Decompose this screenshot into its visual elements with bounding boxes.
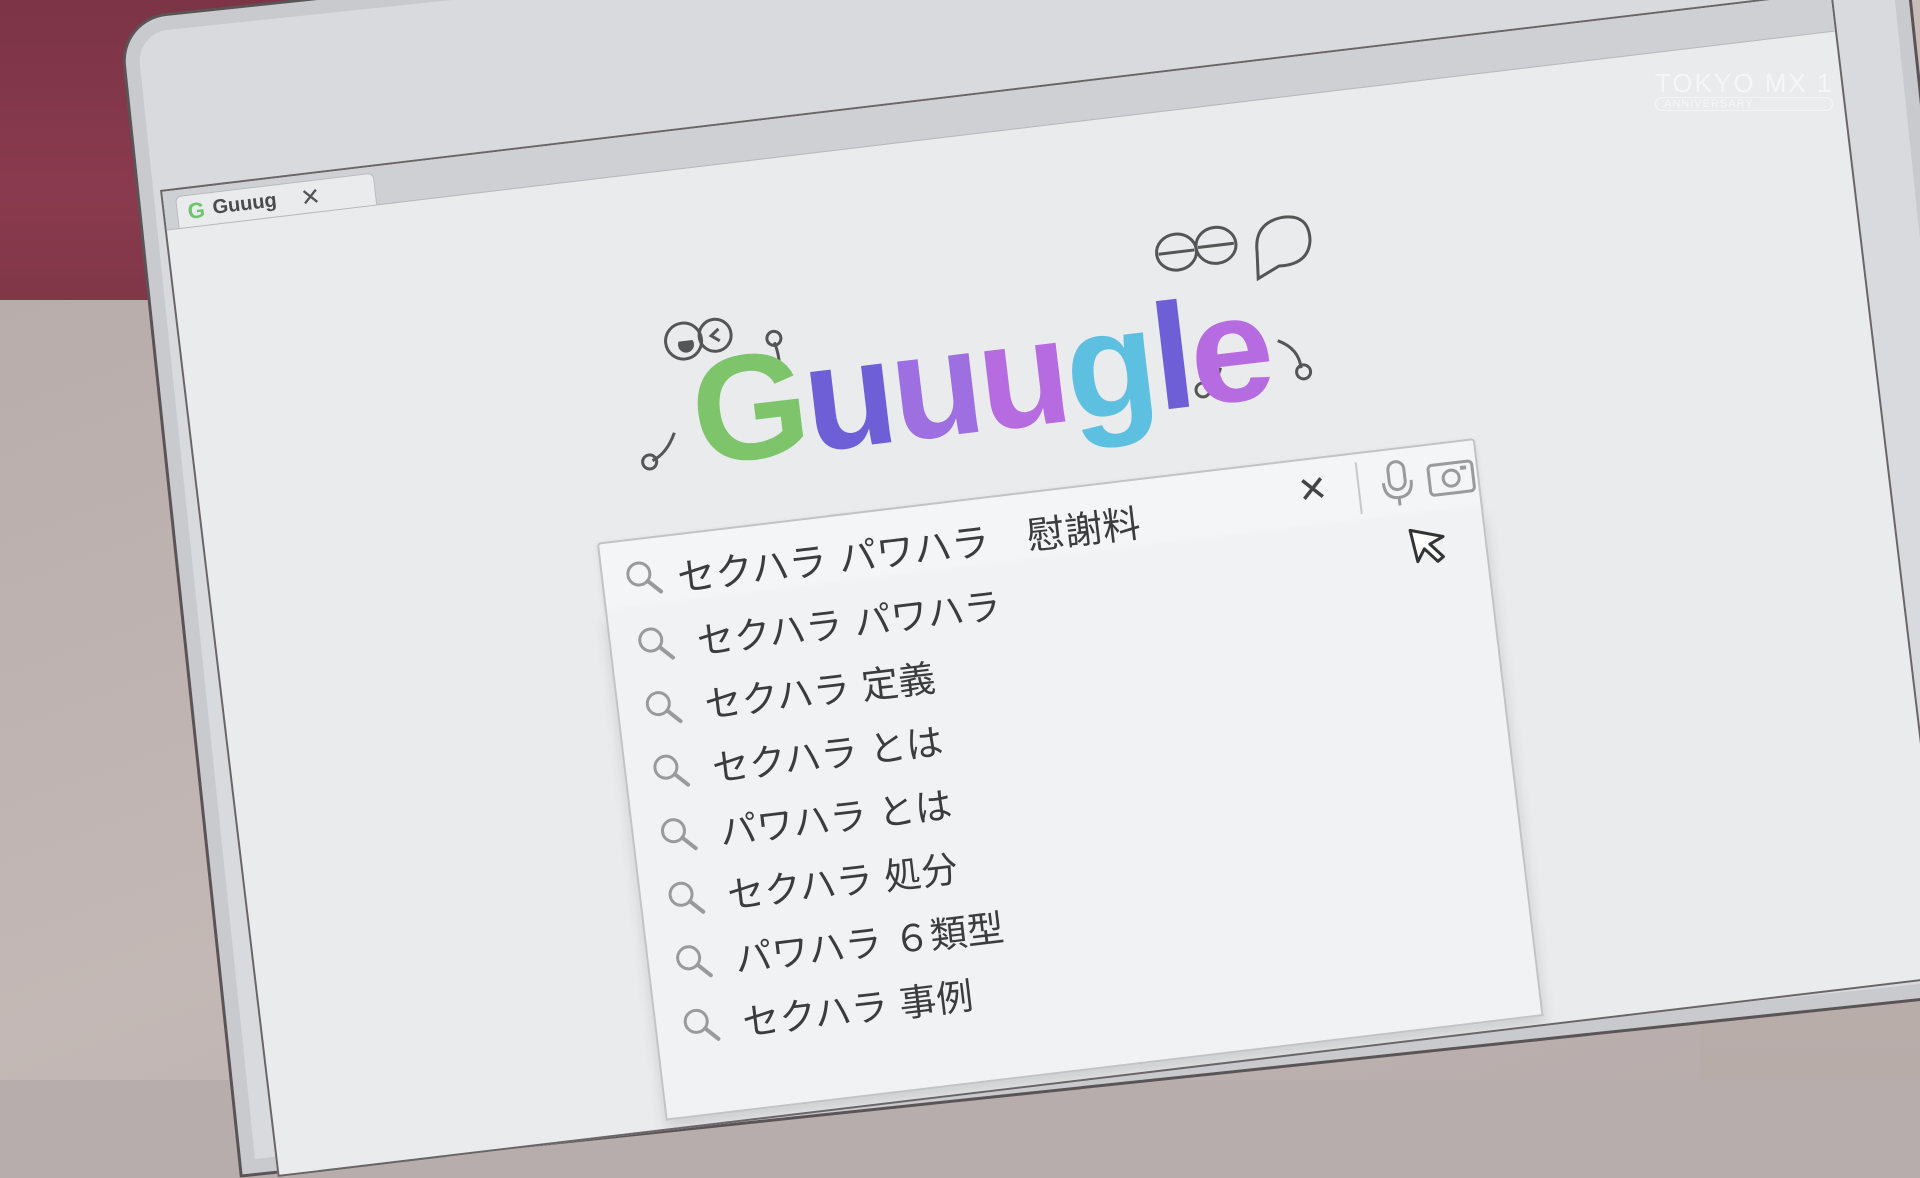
search-icon — [626, 561, 664, 594]
search-icon — [645, 691, 683, 724]
search-icon — [660, 818, 698, 851]
clear-search-button[interactable]: ✕ — [1295, 468, 1330, 512]
watermark-channel: TOKYO MX 1 — [1655, 68, 1834, 98]
search-icon — [668, 881, 706, 914]
laptop: G Guuug ✕ Guuugle セクハラ パワハラ 慰謝料 ✕ セクハラ パ… — [0, 0, 1920, 1178]
tab-close-button[interactable]: ✕ — [299, 182, 322, 212]
search-icon — [683, 1008, 721, 1041]
logo-letter: G — [682, 316, 815, 497]
mouse-cursor-icon — [1408, 528, 1445, 564]
search-icon — [638, 627, 675, 660]
laptop-screen: G Guuug ✕ Guuugle セクハラ パワハラ 慰謝料 ✕ セクハラ パ… — [160, 0, 1920, 1178]
guuugle-logo: Guuugle — [617, 199, 1394, 497]
suggestion-list: セクハラ パワハラ セクハラ 定義 セクハラ とは パワハラ とは セクハラ 処… — [605, 507, 1544, 1121]
camera-icon[interactable] — [1425, 454, 1479, 500]
search-icon — [676, 945, 713, 978]
tab-title: Guuug — [211, 189, 278, 219]
favicon-icon: G — [186, 196, 207, 224]
mic-icon[interactable] — [1377, 458, 1418, 510]
search-icon — [653, 754, 691, 787]
watermark-sub: ANNIVERSARY — [1655, 97, 1834, 111]
search-divider — [1354, 462, 1363, 515]
channel-watermark: TOKYO MX 1 ANNIVERSARY — [1655, 68, 1834, 111]
